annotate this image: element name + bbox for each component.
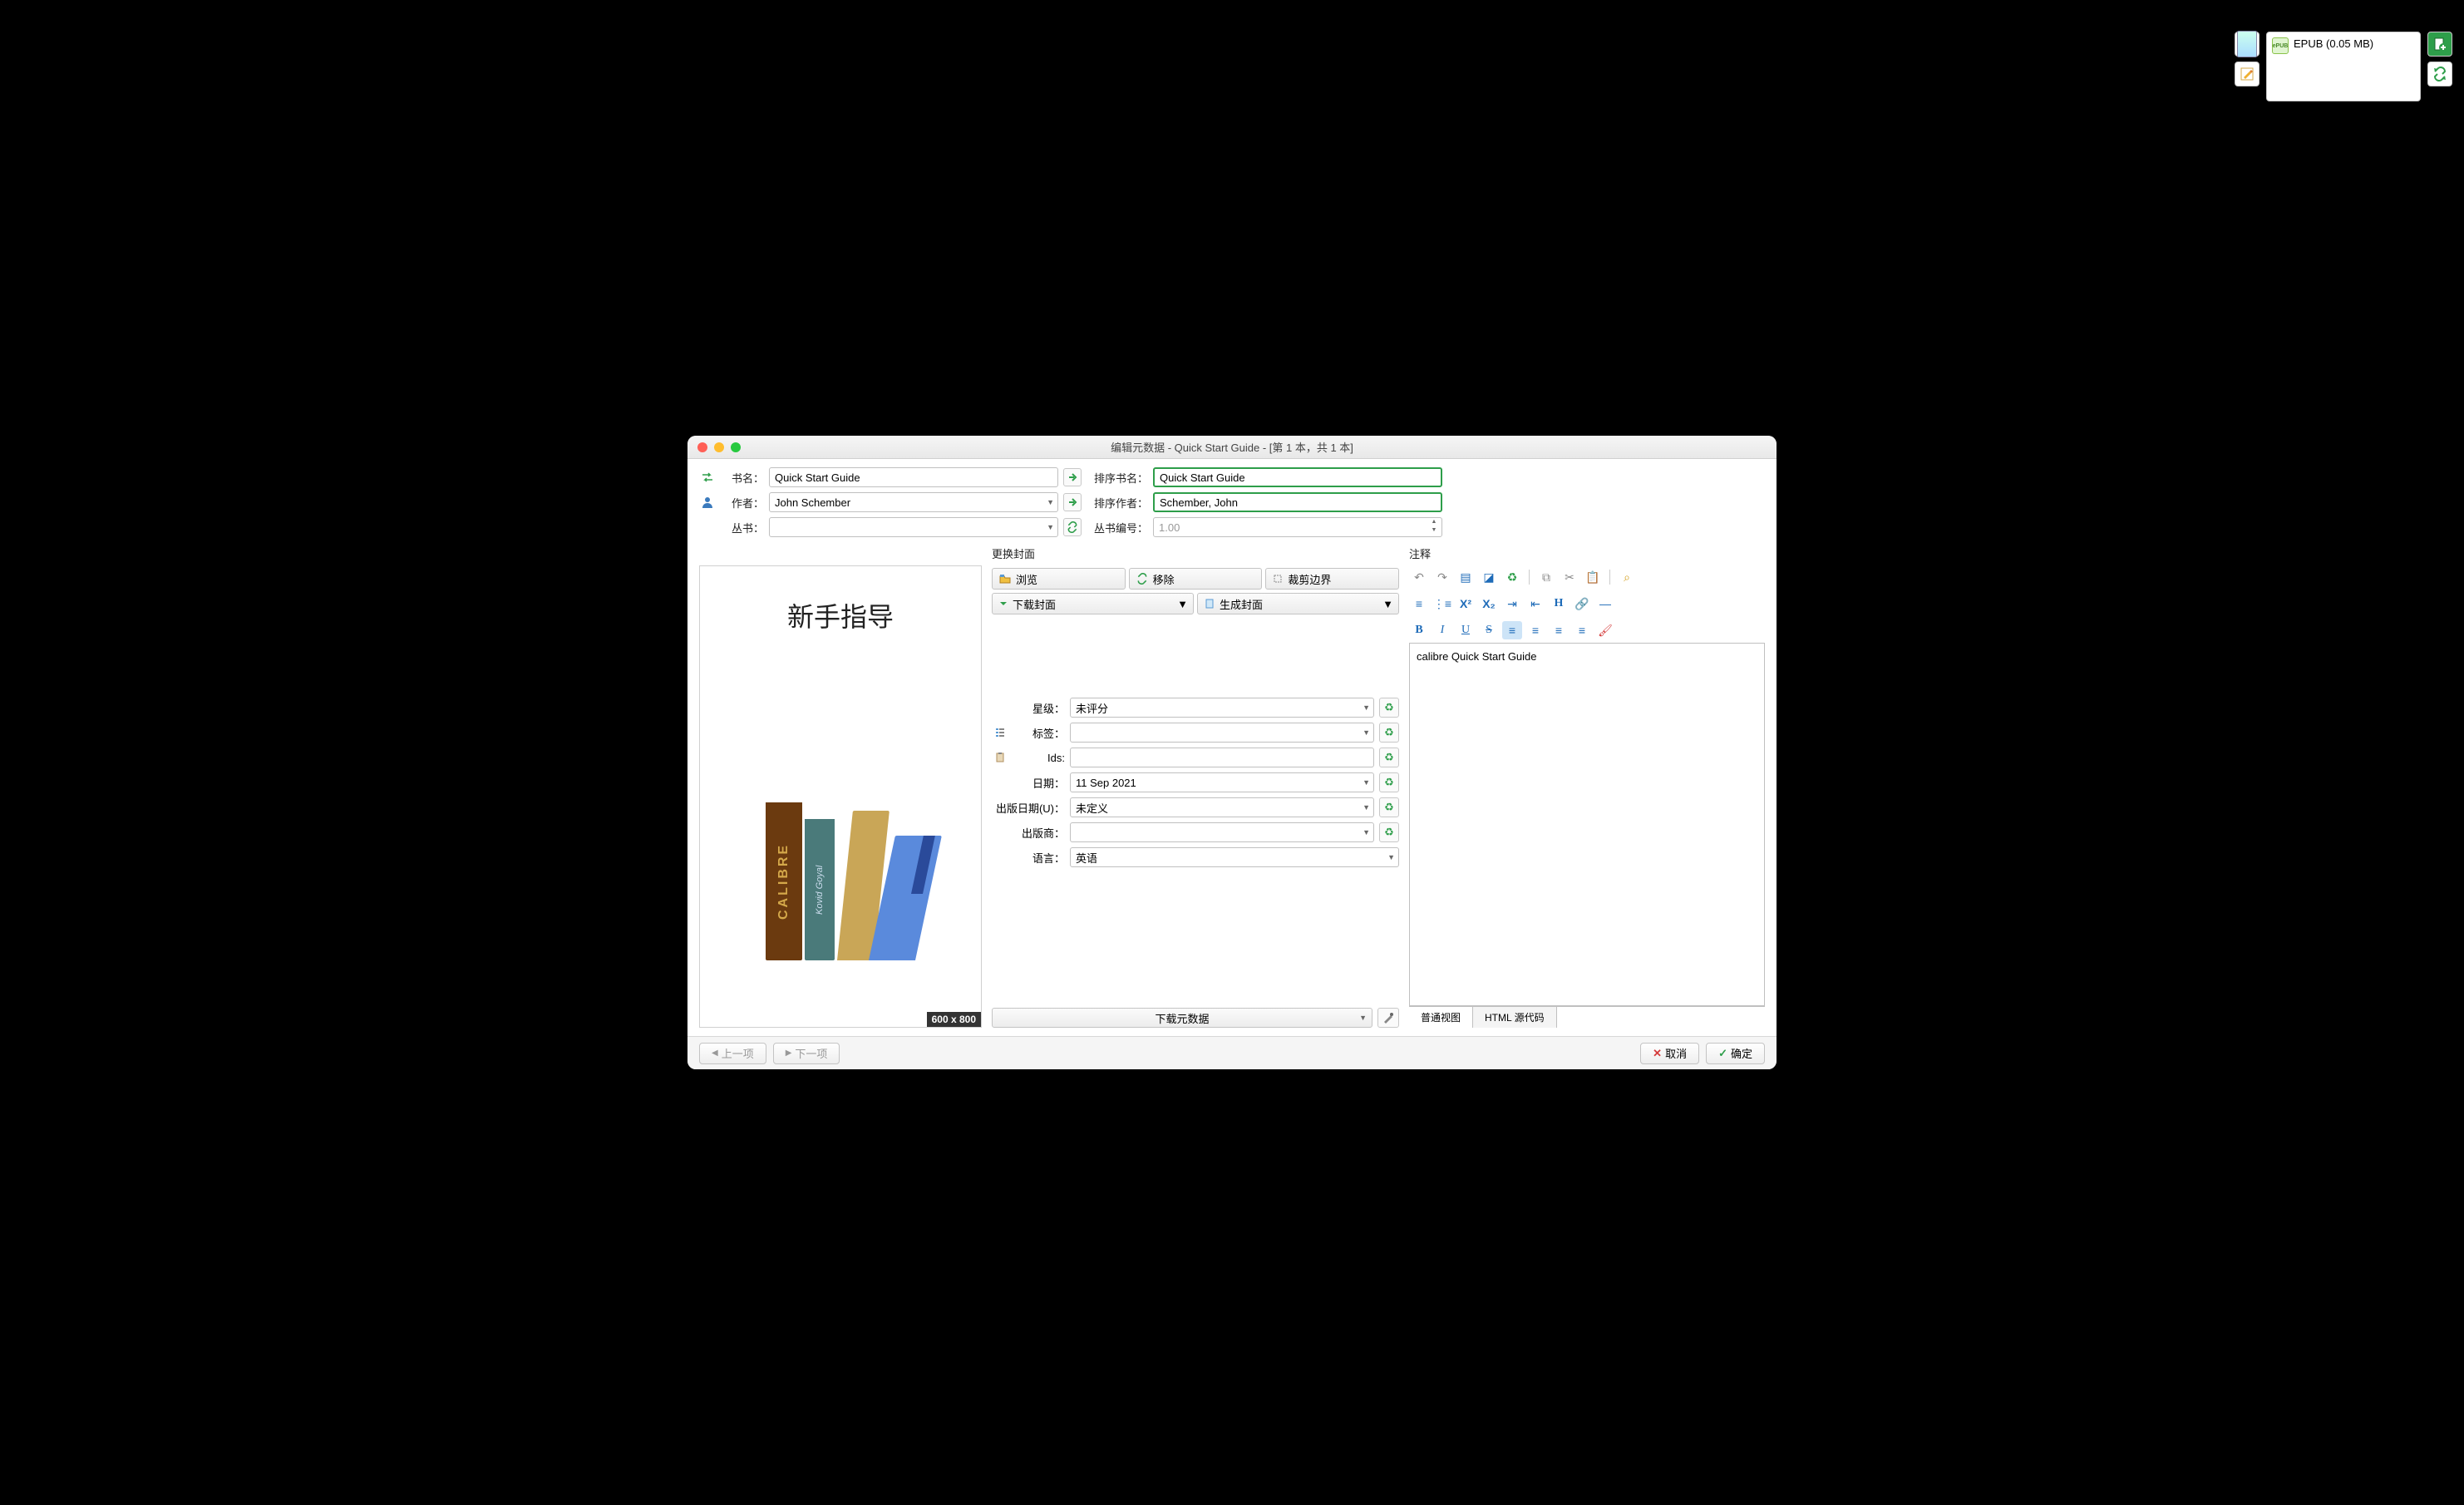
undo-icon[interactable]: ↶ bbox=[1409, 568, 1429, 586]
cover-book-spine-1: CALIBRE bbox=[766, 802, 802, 960]
sort-title-label: 排序书名： bbox=[1087, 470, 1148, 486]
pubdate-combo[interactable]: 未定义▼ bbox=[1070, 797, 1374, 817]
italic-icon[interactable]: I bbox=[1432, 621, 1452, 639]
auto-sort-title-button[interactable] bbox=[1063, 468, 1082, 486]
clear-pubdate-button[interactable]: ♻ bbox=[1379, 797, 1399, 817]
series-label: 丛书： bbox=[721, 520, 764, 535]
swap-title-author-icon[interactable] bbox=[699, 469, 716, 486]
clear-ids-button[interactable]: ♻ bbox=[1379, 748, 1399, 767]
tags-combo[interactable]: ▼ bbox=[1070, 723, 1374, 743]
pubdate-label: 出版日期(U)： bbox=[992, 800, 1065, 816]
align-left-icon[interactable]: ≡ bbox=[1502, 621, 1522, 639]
titlebar: 编辑元数据 - Quick Start Guide - [第 1 本，共 1 本… bbox=[687, 436, 1777, 459]
cover-book-spine-2: Kovid Goyal bbox=[805, 819, 835, 960]
title-input[interactable] bbox=[769, 467, 1058, 487]
redo-icon[interactable]: ↷ bbox=[1432, 568, 1452, 586]
tab-normal-view[interactable]: 普通视图 bbox=[1409, 1007, 1473, 1028]
comments-editor[interactable]: calibre Quick Start Guide bbox=[1409, 643, 1765, 1006]
ids-paste-icon[interactable] bbox=[992, 749, 1008, 766]
maximize-window-button[interactable] bbox=[731, 442, 741, 452]
copy-icon[interactable]: ⧉ bbox=[1536, 568, 1556, 586]
change-cover-label: 更换封面 bbox=[992, 545, 1399, 561]
cut-icon[interactable]: ✂ bbox=[1560, 568, 1579, 586]
subscript-icon[interactable]: X₂ bbox=[1479, 595, 1499, 613]
cover-preview: 新手指导 CALIBRE Kovid Goyal 600 x 800 bbox=[699, 565, 982, 1028]
tags-label: 标签： bbox=[1013, 725, 1065, 741]
tab-html-source[interactable]: HTML 源代码 bbox=[1473, 1007, 1557, 1028]
metadata-editor-window: 编辑元数据 - Quick Start Guide - [第 1 本，共 1 本… bbox=[687, 436, 1777, 1069]
close-window-button[interactable] bbox=[697, 442, 707, 452]
configure-download-button[interactable] bbox=[1377, 1008, 1399, 1028]
clear-series-button[interactable] bbox=[1063, 518, 1082, 536]
cover-size-badge: 600 x 800 bbox=[927, 1012, 981, 1027]
author-label: 作者： bbox=[721, 495, 764, 511]
editor-toolbar: ↶ ↷ ▤ ◪ ♻ ⧉ ✂ 📋 ⌕ ≡ ⋮≡ X² X₂ ⇥ bbox=[1409, 565, 1765, 643]
ok-button[interactable]: ✓确定 bbox=[1706, 1043, 1765, 1064]
cancel-button[interactable]: ✕取消 bbox=[1640, 1043, 1699, 1064]
window-title: 编辑元数据 - Quick Start Guide - [第 1 本，共 1 本… bbox=[687, 439, 1777, 455]
manage-authors-icon[interactable] bbox=[699, 494, 716, 511]
strikethrough-icon[interactable]: S bbox=[1479, 621, 1499, 639]
series-index-spinner[interactable]: 1.00▲▼ bbox=[1153, 517, 1442, 537]
remove-cover-button[interactable]: 移除 bbox=[1129, 568, 1263, 590]
rating-label: 星级： bbox=[992, 700, 1065, 716]
clear-date-button[interactable]: ♻ bbox=[1379, 772, 1399, 792]
date-combo[interactable]: 11 Sep 2021▼ bbox=[1070, 772, 1374, 792]
hr-icon[interactable]: — bbox=[1595, 595, 1615, 613]
clear-tags-button[interactable]: ♻ bbox=[1379, 723, 1399, 743]
language-label: 语言： bbox=[992, 850, 1065, 866]
align-justify-icon[interactable]: ≡ bbox=[1572, 621, 1592, 639]
publisher-label: 出版商： bbox=[992, 825, 1065, 841]
tags-edit-icon[interactable] bbox=[992, 724, 1008, 741]
text-color-icon[interactable]: 🖌 bbox=[1595, 621, 1615, 639]
link-icon[interactable]: 🔗 bbox=[1572, 595, 1592, 613]
trim-cover-button[interactable]: 裁剪边界 bbox=[1265, 568, 1399, 590]
download-cover-button[interactable]: 下载封面▼ bbox=[992, 593, 1194, 614]
publisher-combo[interactable]: ▼ bbox=[1070, 822, 1374, 842]
sort-title-input[interactable] bbox=[1153, 467, 1442, 487]
minimize-window-button[interactable] bbox=[714, 442, 724, 452]
next-book-button[interactable]: ▶下一项 bbox=[773, 1043, 840, 1064]
generate-cover-button[interactable]: 生成封面▼ bbox=[1197, 593, 1399, 614]
superscript-icon[interactable]: X² bbox=[1456, 595, 1476, 613]
cover-book-title: 新手指导 bbox=[700, 596, 981, 634]
ids-label: Ids: bbox=[1013, 752, 1065, 764]
prev-book-button[interactable]: ◀上一项 bbox=[699, 1043, 766, 1064]
sort-author-label: 排序作者： bbox=[1087, 495, 1148, 511]
select-all-icon[interactable]: ▤ bbox=[1456, 568, 1476, 586]
outdent-icon[interactable]: ⇤ bbox=[1525, 595, 1545, 613]
align-right-icon[interactable]: ≡ bbox=[1549, 621, 1569, 639]
rating-combo[interactable]: 未评分▼ bbox=[1070, 698, 1374, 718]
download-metadata-button[interactable]: 下载元数据▼ bbox=[992, 1008, 1372, 1028]
remove-format-icon[interactable]: ◪ bbox=[1479, 568, 1499, 586]
ids-input[interactable] bbox=[1070, 748, 1374, 767]
paste-icon[interactable]: 📋 bbox=[1583, 568, 1603, 586]
series-combo[interactable]: ▼ bbox=[769, 517, 1058, 537]
underline-icon[interactable]: U bbox=[1456, 621, 1476, 639]
spellcheck-icon[interactable]: ⌕ bbox=[1617, 568, 1637, 586]
ordered-list-icon[interactable]: ≡ bbox=[1409, 595, 1429, 613]
clear-publisher-button[interactable]: ♻ bbox=[1379, 822, 1399, 842]
date-label: 日期： bbox=[992, 775, 1065, 791]
clear-rating-button[interactable]: ♻ bbox=[1379, 698, 1399, 718]
title-label: 书名： bbox=[721, 470, 764, 486]
align-center-icon[interactable]: ≡ bbox=[1525, 621, 1545, 639]
heading-icon[interactable]: H bbox=[1549, 595, 1569, 613]
series-index-label: 丛书编号： bbox=[1087, 520, 1148, 535]
comments-label: 注释 bbox=[1409, 545, 1765, 561]
browse-cover-button[interactable]: 浏览 bbox=[992, 568, 1126, 590]
bold-icon[interactable]: B bbox=[1409, 621, 1429, 639]
auto-sort-author-button[interactable] bbox=[1063, 493, 1082, 511]
sort-author-input[interactable] bbox=[1153, 492, 1442, 512]
author-combo[interactable]: John Schember▼ bbox=[769, 492, 1058, 512]
unordered-list-icon[interactable]: ⋮≡ bbox=[1432, 595, 1452, 613]
language-combo[interactable]: 英语▼ bbox=[1070, 847, 1399, 867]
clear-icon[interactable]: ♻ bbox=[1502, 568, 1522, 586]
indent-icon[interactable]: ⇥ bbox=[1502, 595, 1522, 613]
